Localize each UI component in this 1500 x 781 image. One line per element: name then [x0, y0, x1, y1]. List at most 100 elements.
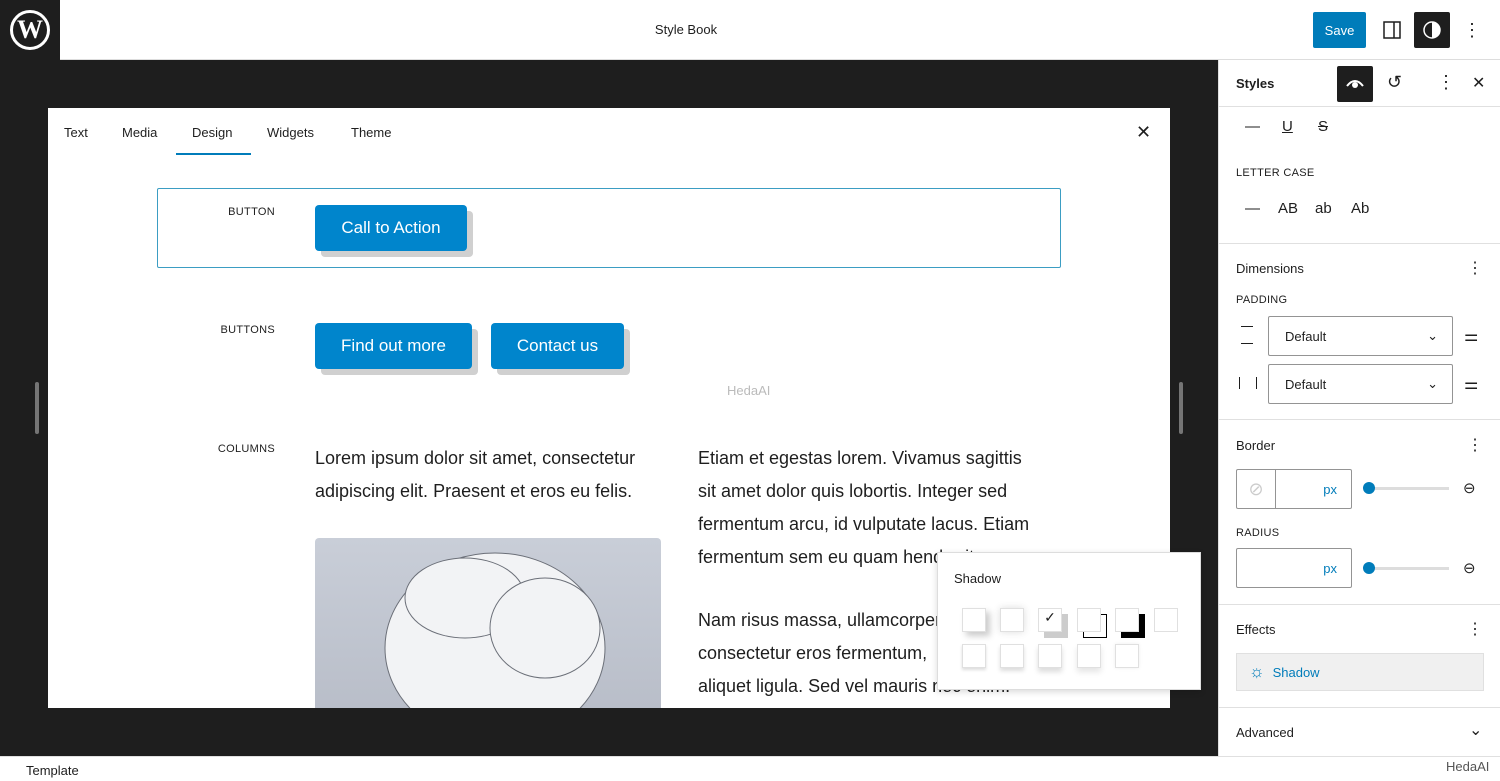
section-label-columns: COLUMNS [217, 443, 275, 455]
dimensions-title: Dimensions [1236, 261, 1304, 276]
border-width-slider[interactable] [1367, 487, 1449, 490]
unit-label: px [1323, 482, 1337, 497]
slider-knob[interactable] [1363, 562, 1375, 574]
uppercase-button[interactable]: AB [1278, 200, 1298, 217]
close-icon[interactable]: ✕ [1136, 122, 1151, 143]
button-example-selected[interactable] [157, 188, 1061, 268]
footer-bar: Template HedaAI [0, 756, 1500, 781]
resize-handle-left[interactable] [35, 382, 39, 434]
more-options-icon[interactable]: ⋮ [1454, 12, 1490, 48]
style-book-eye-icon[interactable] [1337, 66, 1373, 102]
watermark: HedaAI [727, 383, 771, 398]
tab-media[interactable]: Media [122, 125, 157, 140]
link-icon[interactable]: ⊖ [1463, 479, 1476, 497]
popover-title: Shadow [954, 571, 1001, 586]
border-title: Border [1236, 438, 1276, 453]
shadow-popover: Shadow ✓ [937, 552, 1201, 690]
tab-widgets[interactable]: Widgets [267, 125, 314, 140]
padding-custom-icon[interactable]: ⚌ [1464, 374, 1478, 394]
advanced-panel-toggle[interactable]: Advanced [1236, 725, 1294, 740]
text-line: Lorem ipsum dolor sit amet, consectetur [315, 448, 636, 468]
active-tab-indicator [176, 153, 251, 155]
border-radius-input[interactable]: px [1236, 548, 1352, 588]
check-icon: ✓ [1044, 609, 1056, 625]
decoration-none-button[interactable]: — [1245, 118, 1260, 135]
watermark: HedaAI [1446, 759, 1490, 774]
padding-horizontal-icon [1239, 377, 1257, 389]
shadow-option[interactable] [1115, 608, 1139, 632]
shadow-option[interactable] [962, 644, 986, 668]
chevron-down-icon: ⌄ [1427, 328, 1438, 343]
border-options-icon[interactable]: ⋮ [1467, 435, 1483, 455]
shadow-option[interactable] [962, 608, 986, 632]
tab-design[interactable]: Design [192, 125, 232, 140]
border-width-input[interactable]: ⊘ px [1236, 469, 1352, 509]
strikethrough-button[interactable]: S [1318, 118, 1328, 135]
snowy-tree-image [315, 538, 661, 708]
call-to-action-button[interactable]: Call to Action [315, 205, 467, 251]
link-icon[interactable]: ⊖ [1463, 559, 1476, 577]
shadow-option[interactable] [1038, 644, 1062, 668]
divider [1219, 243, 1500, 244]
column-1-text: Lorem ipsum dolor sit amet, consectetur … [315, 442, 635, 508]
sidebar-toggle-icon[interactable] [1374, 12, 1410, 48]
text-line: Etiam et egestas lorem. Vivamus sagittis [698, 448, 1022, 468]
tab-theme[interactable]: Theme [351, 125, 391, 140]
select-value: Default [1285, 328, 1327, 344]
effects-options-icon[interactable]: ⋮ [1467, 619, 1483, 639]
padding-custom-icon[interactable]: ⚌ [1464, 326, 1478, 346]
padding-label: PADDING [1236, 294, 1288, 306]
resize-handle-right[interactable] [1179, 382, 1183, 434]
find-out-more-button[interactable]: Find out more [315, 323, 472, 369]
more-options-icon[interactable]: ⋮ [1437, 72, 1455, 93]
styles-sidebar: Styles ↺ ⋮ ✕ — U S LETTER CASE — AB ab A… [1218, 60, 1500, 756]
letter-case-label: LETTER CASE [1236, 167, 1315, 179]
revisions-history-icon[interactable]: ↺ [1387, 72, 1402, 93]
unit-label: px [1323, 561, 1337, 576]
section-label-button: BUTTON [228, 206, 275, 218]
effects-title: Effects [1236, 622, 1276, 637]
letter-case-none-button[interactable]: — [1245, 200, 1260, 217]
divider [1219, 419, 1500, 420]
border-radius-slider[interactable] [1367, 567, 1449, 570]
select-value: Default [1285, 376, 1327, 392]
chevron-down-icon: ⌄ [1427, 376, 1438, 391]
border-color-none-icon[interactable]: ⊘ [1237, 470, 1276, 508]
shadow-effect-button[interactable]: ☼ Shadow [1236, 653, 1484, 691]
shadow-option-selected[interactable]: ✓ [1038, 608, 1062, 632]
shadow-option[interactable] [1000, 644, 1024, 668]
padding-horizontal-select[interactable]: Default ⌄ [1268, 364, 1453, 404]
text-line: fermentum arcu, id vulputate lacus. Etia… [698, 514, 1030, 534]
text-line: adipiscing elit. Praesent et eros eu fel… [315, 481, 633, 501]
shadow-option[interactable] [1077, 608, 1101, 632]
shadow-label: Shadow [1272, 664, 1320, 680]
divider [1219, 604, 1500, 605]
sidebar-title: Styles [1236, 76, 1275, 91]
close-sidebar-icon[interactable]: ✕ [1472, 73, 1485, 93]
divider [1219, 106, 1500, 107]
slider-knob[interactable] [1363, 482, 1375, 494]
section-label-buttons: BUTTONS [220, 324, 275, 336]
sun-icon: ☼ [1249, 662, 1265, 681]
shadow-option[interactable] [1115, 644, 1139, 668]
padding-vertical-icon [1241, 326, 1253, 344]
dimensions-options-icon[interactable]: ⋮ [1467, 258, 1483, 278]
lowercase-button[interactable]: ab [1315, 200, 1332, 217]
styles-contrast-icon[interactable] [1414, 12, 1450, 48]
page-title: Style Book [654, 22, 718, 37]
tab-text[interactable]: Text [64, 125, 88, 140]
chevron-down-icon[interactable]: ⌄ [1469, 720, 1482, 740]
shadow-option[interactable] [1077, 644, 1101, 668]
save-button[interactable]: Save [1313, 12, 1366, 48]
shadow-option[interactable] [1000, 608, 1024, 632]
padding-vertical-select[interactable]: Default ⌄ [1268, 316, 1453, 356]
text-line: sit amet dolor quis lobortis. Integer se… [698, 481, 1008, 501]
underline-button[interactable]: U [1282, 118, 1293, 135]
shadow-option[interactable] [1154, 608, 1178, 632]
capitalize-button[interactable]: Ab [1351, 200, 1369, 217]
breadcrumb-template[interactable]: Template [26, 763, 79, 778]
divider [1219, 707, 1500, 708]
contact-us-button[interactable]: Contact us [491, 323, 624, 369]
radius-label: RADIUS [1236, 527, 1280, 539]
top-bar: W Style Book Save ⋮ [0, 0, 1500, 60]
